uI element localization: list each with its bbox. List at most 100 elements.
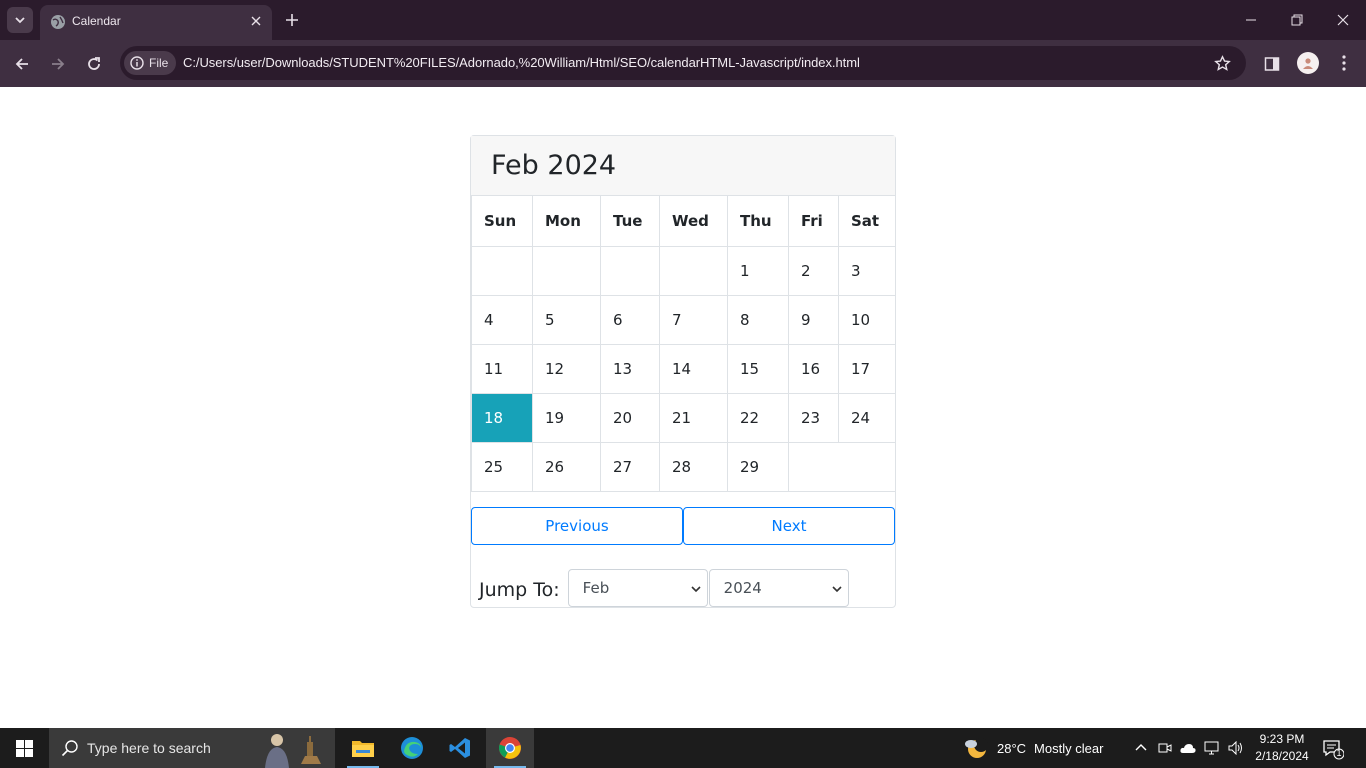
calendar-table: Sun Mon Tue Wed Thu Fri Sat 1 2 3 4 5 6 … [471,196,896,492]
day-cell[interactable]: 12 [532,343,601,394]
show-hidden-icons-button[interactable] [1133,740,1149,756]
restore-icon [1291,14,1303,26]
calendar-header: Feb 2024 [471,136,895,196]
chrome-icon [498,737,521,759]
tray-network[interactable] [1204,740,1220,756]
clock-time: 9:23 PM [1259,732,1305,746]
camera-icon [1158,743,1172,753]
arrow-right-icon [52,58,65,70]
day-cell-empty [659,245,728,296]
new-tab-button[interactable] [282,10,302,30]
browser-toolbar: File C:/Users/user/Downloads/STUDENT%20F… [0,40,1366,87]
taskbar-edge[interactable] [388,728,436,768]
weather-temperature: 28°C [997,740,1027,756]
jump-to-label: Jump To: [479,579,560,601]
edge-icon [401,737,423,759]
week-row: 11 12 13 14 15 16 17 [471,343,896,394]
day-cell[interactable]: 25 [471,441,533,492]
day-cell[interactable]: 21 [659,392,728,443]
forward-button[interactable] [46,52,70,76]
day-cell[interactable]: 23 [788,392,839,443]
minimize-icon [1246,19,1256,21]
day-cell[interactable]: 29 [727,441,789,492]
day-cell[interactable]: 14 [659,343,728,394]
day-cell[interactable]: 11 [471,343,533,394]
taskbar-vscode[interactable] [436,728,484,768]
day-cell-empty [788,441,896,492]
day-cell[interactable]: 1 [727,245,789,296]
moon-cloud-icon [965,738,988,758]
clock-date: 2/18/2024 [1255,749,1309,763]
tray-volume[interactable] [1228,740,1244,756]
url-text[interactable]: C:/Users/user/Downloads/STUDENT%20FILES/… [183,55,860,70]
weather-widget[interactable]: 28°C Mostly clear [963,728,1103,768]
day-cell[interactable]: 15 [727,343,789,394]
minimize-button[interactable] [1228,0,1274,40]
tray-onedrive[interactable] [1180,740,1196,756]
year-select[interactable]: 2024 [708,569,849,607]
weekday-header: Fri [788,196,839,247]
day-cell-empty [532,245,601,296]
bookmark-button[interactable] [1212,53,1232,73]
site-info-chip[interactable]: File [124,51,177,75]
restore-button[interactable] [1274,0,1320,40]
profile-button[interactable] [1297,52,1319,74]
day-cell[interactable]: 22 [727,392,789,443]
day-cell[interactable]: 19 [532,392,601,443]
taskbar-search-box[interactable]: Type here to search [49,728,335,768]
day-cell[interactable]: 20 [600,392,660,443]
tray-meet-now[interactable] [1157,740,1173,756]
kebab-menu-icon [1342,55,1346,71]
previous-button[interactable]: Previous [471,507,683,545]
reload-icon [88,57,100,70]
chevron-up-icon [1135,744,1147,751]
globe-icon [51,15,65,29]
day-cell[interactable]: 4 [471,294,533,345]
week-row: 1 2 3 [471,245,896,296]
notification-center-button[interactable]: 1 [1322,738,1345,760]
day-cell[interactable]: 24 [838,392,896,443]
side-panel-button[interactable] [1262,54,1282,74]
week-row: 18 19 20 21 22 23 24 [471,392,896,443]
reload-button[interactable] [82,52,106,76]
day-cell[interactable]: 2 [788,245,839,296]
day-cell[interactable]: 27 [600,441,660,492]
browser-tab[interactable]: Calendar [40,5,272,40]
browser-menu-button[interactable] [1334,52,1354,74]
month-select-value: Feb [582,579,610,597]
back-button[interactable] [10,52,34,76]
day-cell-today[interactable]: 18 [471,392,533,443]
day-cell[interactable]: 5 [532,294,601,345]
windows-logo-icon [15,739,33,757]
notification-count: 1 [1336,748,1342,758]
day-cell[interactable]: 28 [659,441,728,492]
day-cell[interactable]: 10 [838,294,896,345]
day-cell[interactable]: 16 [788,343,839,394]
tab-close-button[interactable] [248,13,264,29]
window-close-button[interactable] [1320,0,1366,40]
day-cell[interactable]: 9 [788,294,839,345]
month-select[interactable]: Feb [567,569,708,607]
search-placeholder: Type here to search [87,740,211,756]
taskbar-file-explorer[interactable] [339,728,387,768]
day-cell[interactable]: 13 [600,343,660,394]
day-cell[interactable]: 26 [532,441,601,492]
start-button[interactable] [0,728,48,768]
weekday-header: Tue [600,196,660,247]
address-bar[interactable]: File C:/Users/user/Downloads/STUDENT%20F… [120,46,1246,80]
day-cell[interactable]: 6 [600,294,660,345]
site-chip-label: File [149,56,169,70]
day-cell[interactable]: 8 [727,294,789,345]
day-cell[interactable]: 3 [838,245,896,296]
file-explorer-icon [352,741,374,757]
taskbar-chrome[interactable] [486,728,534,768]
browser-tab-bar: Calendar [0,0,1366,40]
tab-search-button[interactable] [7,7,33,33]
day-cell[interactable]: 7 [659,294,728,345]
plus-icon [286,14,298,26]
next-button[interactable]: Next [683,507,895,545]
day-cell[interactable]: 17 [838,343,896,394]
taskbar-clock[interactable]: 9:23 PM 2/18/2024 [1250,731,1314,765]
close-icon [251,16,261,26]
star-icon [1213,54,1231,71]
